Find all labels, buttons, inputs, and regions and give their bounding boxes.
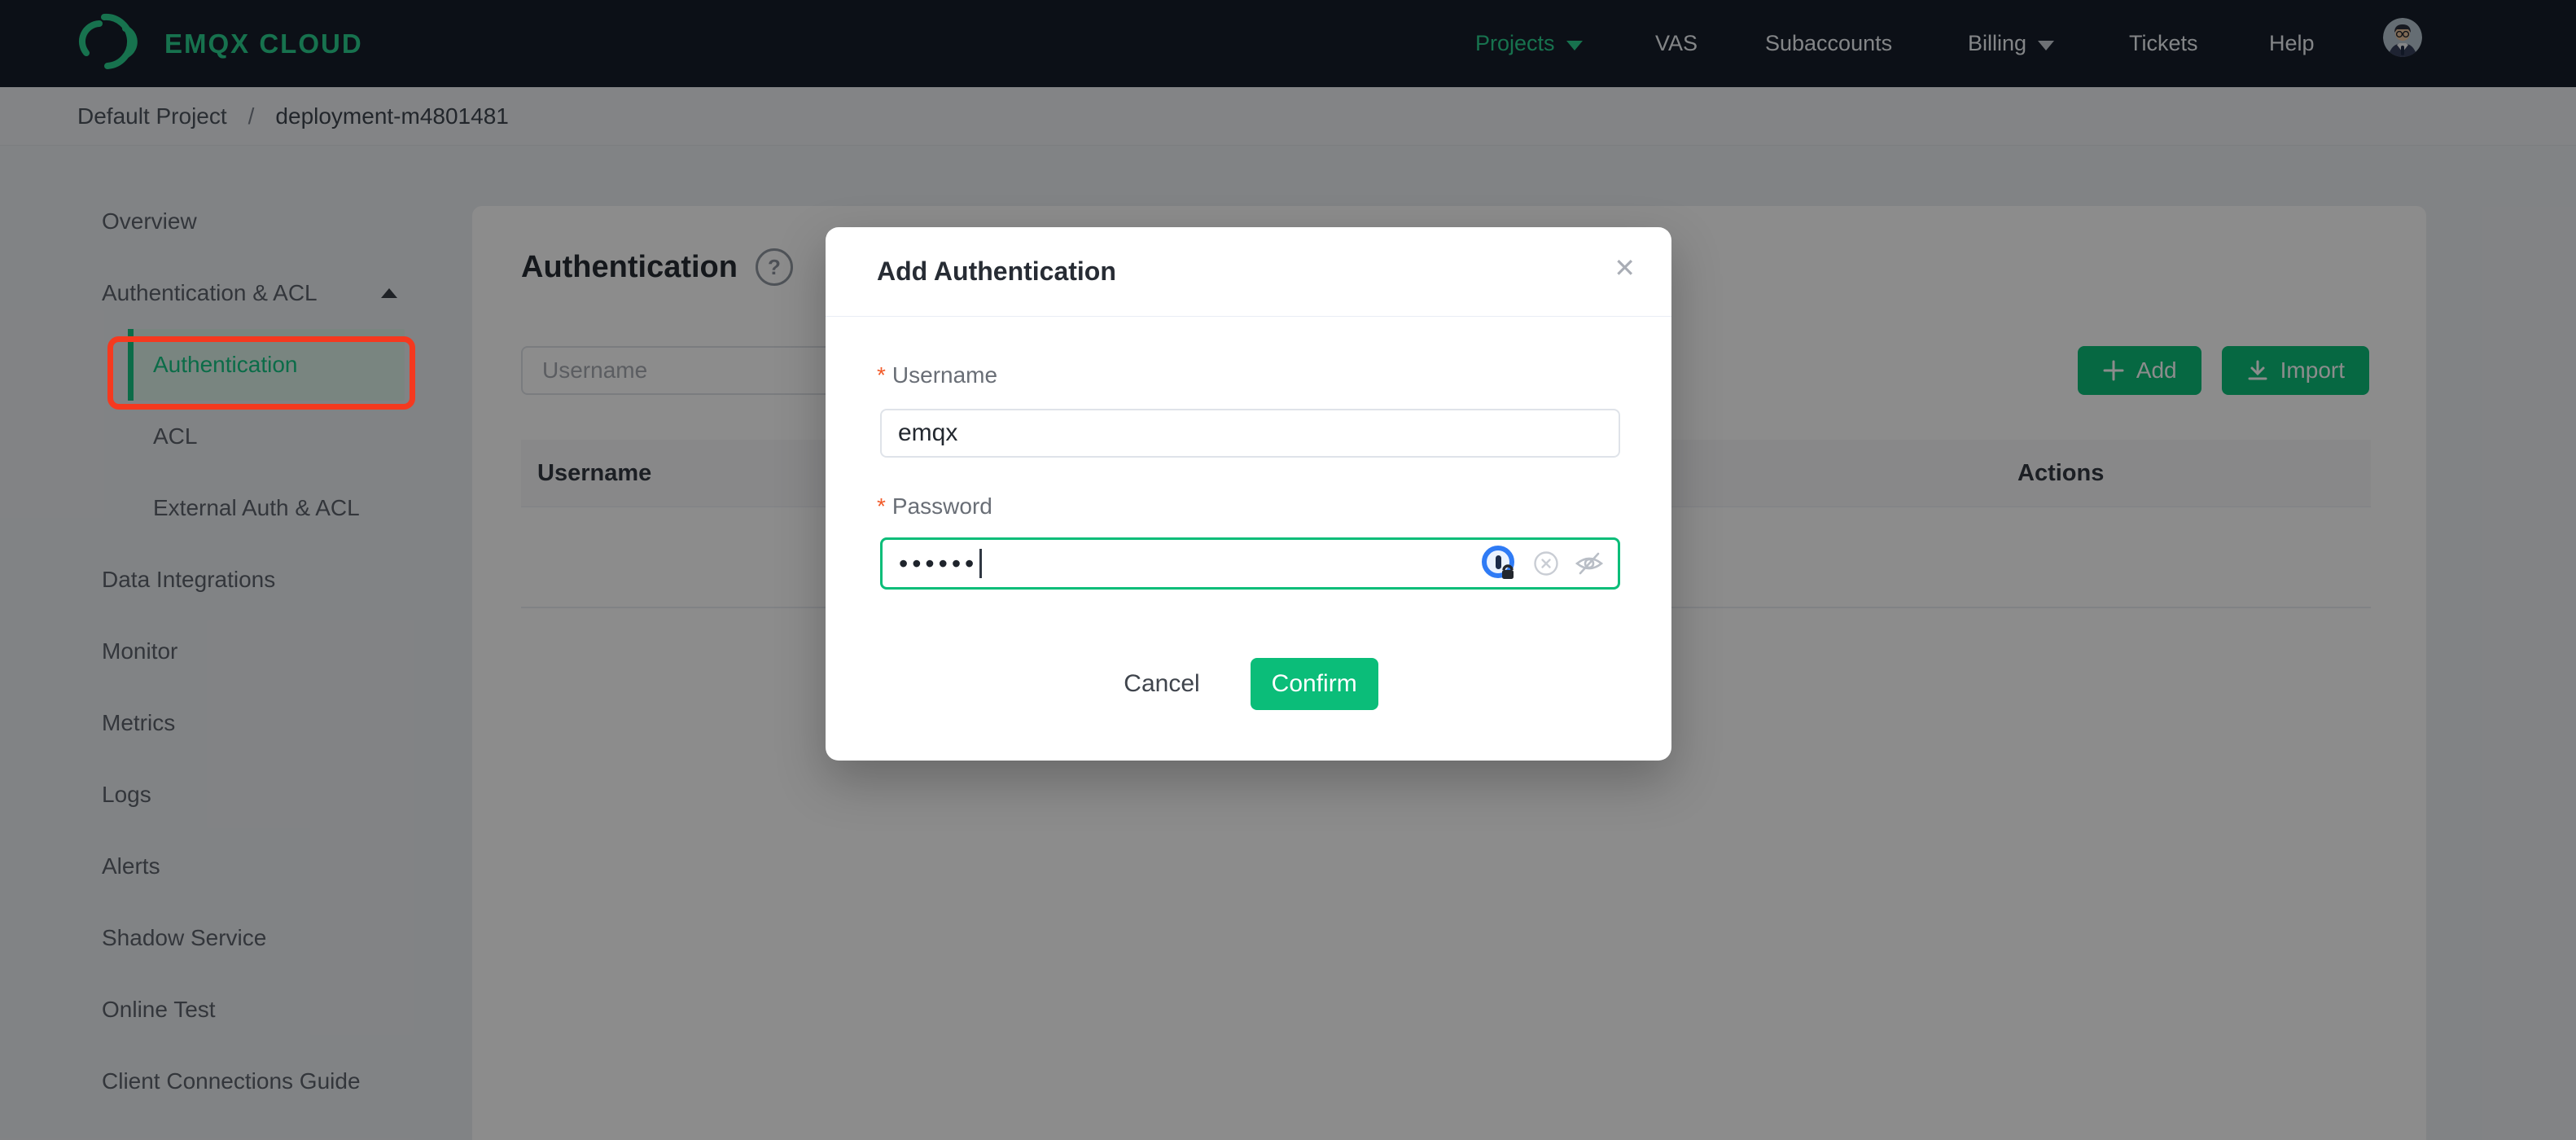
password-label: * Password [877, 493, 992, 519]
text-cursor [979, 549, 983, 578]
eye-off-icon[interactable] [1574, 550, 1605, 577]
password-field[interactable]: •••••• [880, 537, 1620, 590]
password-masked-value: •••••• [899, 549, 979, 578]
username-value: emqx [898, 419, 958, 446]
username-label: * Username [877, 362, 998, 388]
dialog-footer: Cancel Confirm [826, 658, 1671, 710]
confirm-button[interactable]: Confirm [1250, 658, 1378, 710]
dialog-title: Add Authentication [877, 256, 1116, 286]
add-authentication-dialog: Add Authentication ✕ * Username emqx * Pas… [826, 227, 1671, 761]
required-marker: * [877, 362, 886, 388]
dialog-header: Add Authentication ✕ [826, 227, 1671, 317]
password-manager-icon[interactable] [1481, 545, 1518, 582]
required-marker: * [877, 493, 886, 519]
close-icon[interactable]: ✕ [1614, 255, 1636, 281]
username-field[interactable]: emqx [880, 409, 1620, 458]
clear-icon[interactable] [1533, 550, 1559, 577]
cancel-button[interactable]: Cancel [1119, 669, 1204, 699]
